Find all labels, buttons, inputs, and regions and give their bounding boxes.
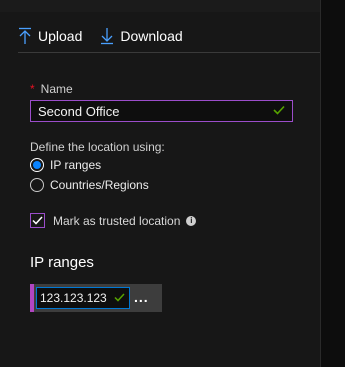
info-icon[interactable]: i	[186, 215, 197, 226]
toolbar-divider	[18, 52, 320, 53]
panel-header-strip	[0, 0, 320, 12]
radio-selected-icon	[30, 158, 44, 172]
upload-icon	[18, 27, 32, 45]
define-location-label: Define the location using:	[30, 140, 165, 154]
name-input-value: Second Office	[38, 103, 120, 119]
name-label-text: Name	[40, 82, 73, 96]
ip-range-value: 123.123.123	[40, 291, 107, 305]
row-accent-bar	[30, 284, 34, 312]
valid-check-icon	[273, 102, 287, 120]
radio-countries-regions-label: Countries/Regions	[50, 178, 149, 192]
ip-range-input[interactable]: 123.123.123	[36, 287, 130, 309]
ip-range-row: 123.123.123 ...	[30, 284, 162, 312]
upload-label: Upload	[38, 28, 83, 44]
upload-button[interactable]: Upload	[18, 24, 82, 48]
name-field-label: * Name	[30, 82, 73, 96]
toolbar: Upload Download	[18, 24, 183, 48]
ip-valid-check-icon	[114, 289, 126, 307]
radio-unselected-icon	[30, 178, 44, 192]
radio-ip-ranges[interactable]: IP ranges	[30, 158, 101, 172]
trusted-location-checkbox[interactable]	[30, 213, 45, 228]
adjacent-panel-edge	[320, 0, 345, 367]
download-icon	[100, 27, 114, 45]
name-input[interactable]: Second Office	[30, 100, 293, 122]
more-options-button[interactable]: ...	[134, 290, 156, 306]
trusted-location-label: Mark as trusted location	[53, 213, 181, 228]
download-button[interactable]: Download	[100, 24, 183, 48]
required-indicator: *	[30, 82, 35, 96]
trusted-location-row: Mark as trusted location i	[30, 213, 197, 228]
radio-ip-ranges-label: IP ranges	[50, 158, 102, 172]
ip-ranges-heading: IP ranges	[30, 254, 94, 271]
download-label: Download	[120, 28, 183, 44]
radio-countries-regions[interactable]: Countries/Regions	[30, 178, 149, 192]
